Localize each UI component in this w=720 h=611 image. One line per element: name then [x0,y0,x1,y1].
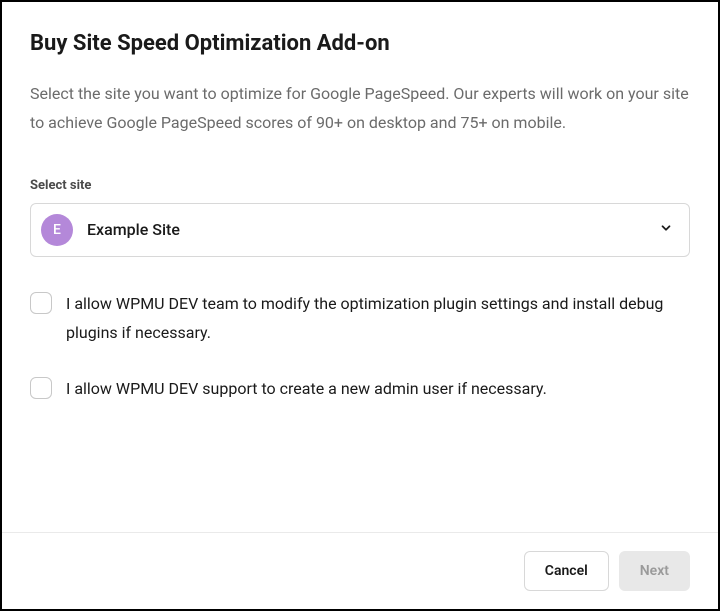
consent-label: I allow WPMU DEV support to create a new… [66,374,547,404]
consent-checkbox-admin-user[interactable] [30,377,52,399]
modal-title: Buy Site Speed Optimization Add-on [30,30,690,59]
consent-label: I allow WPMU DEV team to modify the opti… [66,289,690,348]
modal-footer: Cancel Next [2,532,718,609]
site-select-value: Example Site [87,220,659,239]
consent-checkbox-modify-plugins[interactable] [30,292,52,314]
modal-content: Buy Site Speed Optimization Add-on Selec… [2,2,718,532]
site-select[interactable]: E Example Site [30,203,690,257]
site-avatar: E [41,214,73,246]
select-site-label: Select site [30,178,690,193]
cancel-button[interactable]: Cancel [524,551,609,591]
modal-description: Select the site you want to optimize for… [30,79,690,138]
chevron-down-icon [659,220,673,239]
consent-row-admin-user: I allow WPMU DEV support to create a new… [30,376,690,404]
consent-row-modify-plugins: I allow WPMU DEV team to modify the opti… [30,291,690,348]
next-button[interactable]: Next [619,551,690,591]
modal-window: Buy Site Speed Optimization Add-on Selec… [0,0,720,611]
